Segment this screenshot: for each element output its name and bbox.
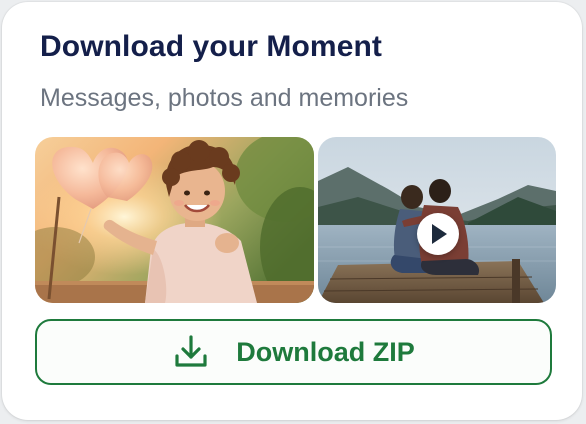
video-thumbnail[interactable] (318, 137, 556, 303)
card-subtitle: Messages, photos and memories (40, 84, 409, 112)
play-icon (432, 224, 447, 244)
download-icon (175, 335, 207, 367)
card-title: Download your Moment (40, 30, 382, 63)
download-moment-card: Download your Moment Messages, photos an… (2, 2, 582, 420)
download-zip-label: Download ZIP (236, 336, 415, 367)
photo-thumbnail[interactable] (35, 137, 314, 303)
photo-image (35, 137, 314, 303)
play-button[interactable] (417, 213, 459, 255)
download-zip-button[interactable]: Download ZIP (35, 319, 552, 385)
media-preview-row (35, 137, 556, 303)
